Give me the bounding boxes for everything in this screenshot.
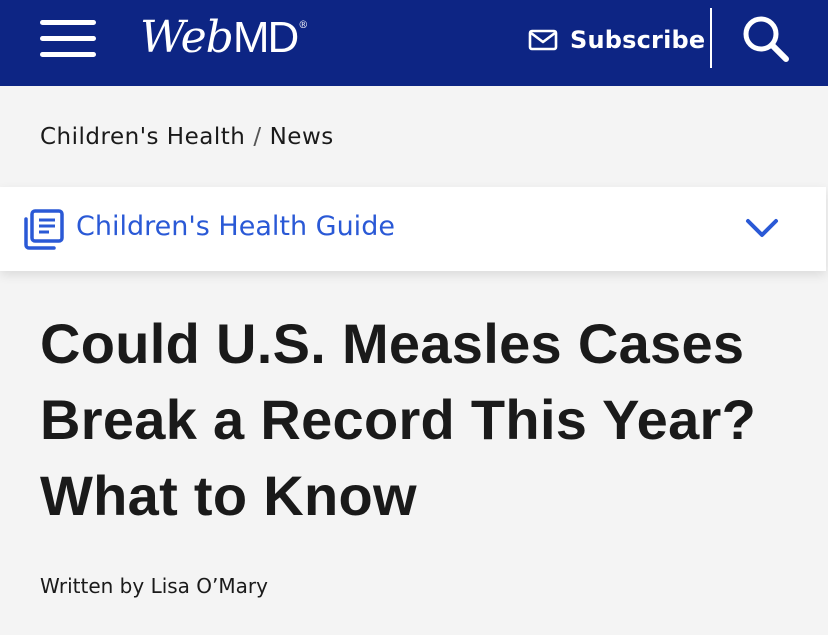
subscribe-label: Subscribe [570,26,706,54]
breadcrumb-separator: / [253,124,262,150]
headline-line-3: What to Know [40,464,417,527]
top-navigation-bar: WebMD® Subscribe [0,0,828,86]
breadcrumb: Children's Health / News [40,120,334,154]
logo-registered-mark: ® [298,20,308,31]
search-icon [743,16,789,62]
breadcrumb-news[interactable]: News [270,124,334,150]
webmd-logo[interactable]: WebMD® [140,12,308,68]
mail-icon [528,29,558,51]
logo-md-text: MD [232,13,299,62]
chevron-down-icon[interactable] [744,215,780,241]
menu-icon[interactable] [40,20,96,58]
headline-line-2: Break a Record This Year? [40,388,757,451]
logo-web-text: Web [140,12,234,63]
subscribe-button[interactable]: Subscribe [528,22,705,58]
guide-label: Children's Health Guide [76,211,395,242]
breadcrumb-childrens-health[interactable]: Children's Health [40,124,245,150]
header-divider [710,8,712,68]
childrens-health-guide-dropdown[interactable]: Children's Health Guide [0,187,826,271]
article-byline: Written by Lisa O’Mary [40,574,268,598]
search-button[interactable] [740,14,792,66]
guide-icon [24,209,64,250]
article-headline: Could U.S. Measles Cases Break a Record … [40,306,810,534]
headline-line-1: Could U.S. Measles Cases [40,312,745,375]
